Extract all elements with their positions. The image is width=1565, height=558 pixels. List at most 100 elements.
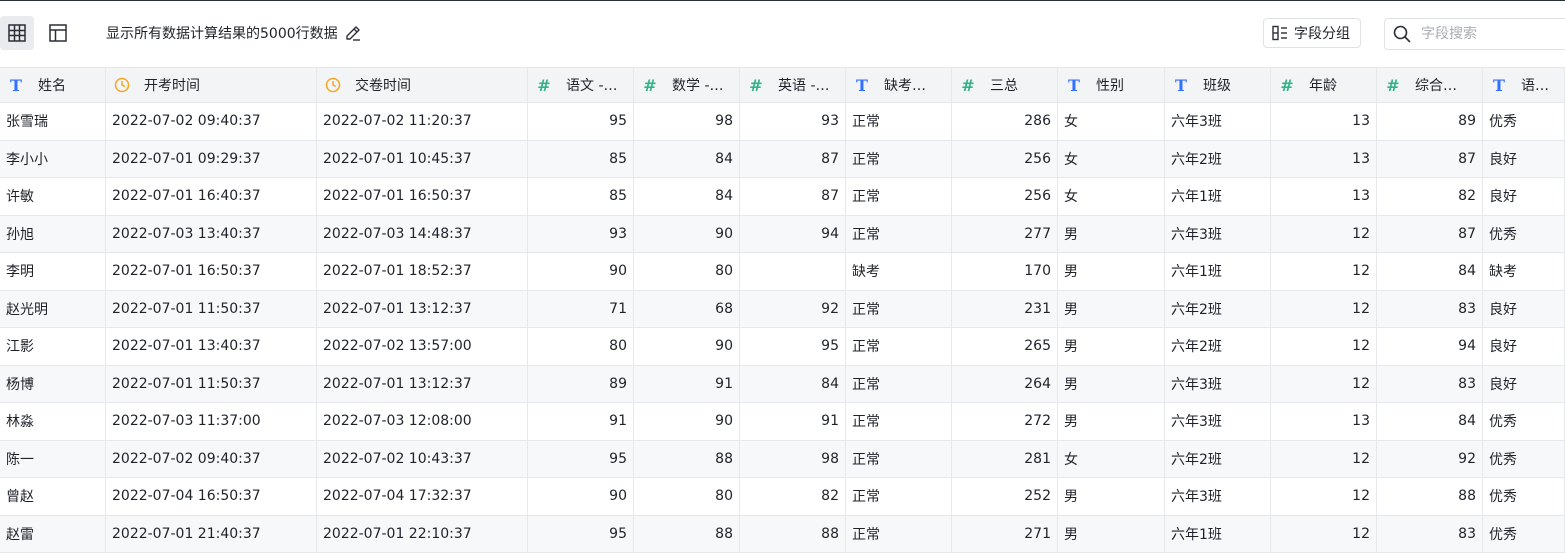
table-cell[interactable]: 良好: [1483, 140, 1565, 177]
table-cell[interactable]: 91: [528, 403, 634, 440]
table-cell[interactable]: 13: [1271, 403, 1377, 440]
table-cell[interactable]: 2022-07-01 16:40:37: [106, 178, 317, 215]
table-cell[interactable]: 2022-07-01 13:40:37: [106, 328, 317, 365]
column-header[interactable]: T 缺考…: [846, 68, 952, 102]
table-cell[interactable]: 正常: [846, 103, 952, 140]
table-cell[interactable]: 六年2班: [1165, 290, 1271, 327]
table-row[interactable]: 赵光明 2022-07-01 11:50:37 2022-07-01 13:12:3…: [0, 290, 1565, 328]
table-cell[interactable]: 优秀: [1483, 215, 1565, 252]
table-cell[interactable]: 94: [1377, 328, 1483, 365]
column-header[interactable]: # 语文 -…: [528, 68, 634, 102]
table-cell[interactable]: 88: [740, 515, 846, 552]
table-row[interactable]: 李小小 2022-07-01 09:29:37 2022-07-01 10:45:3…: [0, 140, 1565, 178]
table-cell[interactable]: 林淼: [0, 403, 106, 440]
table-cell[interactable]: 91: [634, 365, 740, 402]
table-cell[interactable]: 91: [740, 403, 846, 440]
table-cell[interactable]: 92: [740, 290, 846, 327]
table-cell[interactable]: 13: [1271, 103, 1377, 140]
table-cell[interactable]: 曾赵: [0, 478, 106, 515]
table-cell[interactable]: 2022-07-02 09:40:37: [106, 103, 317, 140]
table-cell[interactable]: 杨博: [0, 365, 106, 402]
table-cell[interactable]: 2022-07-01 18:52:37: [317, 253, 528, 290]
table-cell[interactable]: 256: [952, 140, 1058, 177]
table-cell[interactable]: 2022-07-04 17:32:37: [317, 478, 528, 515]
table-cell[interactable]: 良好: [1483, 365, 1565, 402]
table-cell[interactable]: 2022-07-02 11:20:37: [317, 103, 528, 140]
table-cell[interactable]: 90: [634, 215, 740, 252]
table-cell[interactable]: 女: [1058, 440, 1165, 477]
table-cell[interactable]: 2022-07-01 09:29:37: [106, 140, 317, 177]
table-cell[interactable]: 95: [528, 515, 634, 552]
table-cell[interactable]: 83: [1377, 365, 1483, 402]
table-cell[interactable]: 赵光明: [0, 290, 106, 327]
table-cell[interactable]: 正常: [846, 515, 952, 552]
table-cell[interactable]: 87: [740, 140, 846, 177]
table-cell[interactable]: 84: [1377, 253, 1483, 290]
table-cell[interactable]: 80: [634, 253, 740, 290]
table-row[interactable]: 张雪瑞 2022-07-02 09:40:37 2022-07-02 11:20:3…: [0, 103, 1565, 141]
table-cell[interactable]: 男: [1058, 253, 1165, 290]
column-header[interactable]: T 姓名: [0, 68, 106, 102]
table-cell[interactable]: 13: [1271, 178, 1377, 215]
table-cell[interactable]: 13: [1271, 140, 1377, 177]
table-cell[interactable]: 良好: [1483, 328, 1565, 365]
table-cell[interactable]: 87: [1377, 215, 1483, 252]
table-cell[interactable]: 90: [634, 328, 740, 365]
table-cell[interactable]: 优秀: [1483, 403, 1565, 440]
table-cell[interactable]: 六年2班: [1165, 328, 1271, 365]
table-cell[interactable]: 12: [1271, 215, 1377, 252]
table-cell[interactable]: 84: [634, 178, 740, 215]
table-cell[interactable]: 87: [1377, 140, 1483, 177]
field-group-button[interactable]: 字段分组: [1263, 18, 1361, 48]
column-header[interactable]: # 年龄: [1271, 68, 1377, 102]
table-cell[interactable]: 98: [634, 103, 740, 140]
table-cell[interactable]: 正常: [846, 478, 952, 515]
table-cell[interactable]: 256: [952, 178, 1058, 215]
table-cell[interactable]: 正常: [846, 328, 952, 365]
table-cell[interactable]: 68: [634, 290, 740, 327]
table-cell[interactable]: 2022-07-01 13:12:37: [317, 365, 528, 402]
table-cell[interactable]: 12: [1271, 440, 1377, 477]
table-cell[interactable]: 正常: [846, 290, 952, 327]
table-cell[interactable]: 83: [1377, 290, 1483, 327]
table-cell[interactable]: 良好: [1483, 178, 1565, 215]
table-cell[interactable]: 88: [634, 515, 740, 552]
table-cell[interactable]: 90: [528, 253, 634, 290]
table-cell[interactable]: 12: [1271, 290, 1377, 327]
table-cell[interactable]: 271: [952, 515, 1058, 552]
table-cell[interactable]: 94: [740, 215, 846, 252]
table-cell[interactable]: 84: [1377, 403, 1483, 440]
table-cell[interactable]: 2022-07-04 16:50:37: [106, 478, 317, 515]
table-cell[interactable]: 男: [1058, 215, 1165, 252]
table-cell[interactable]: 女: [1058, 140, 1165, 177]
table-cell[interactable]: 82: [1377, 178, 1483, 215]
table-cell[interactable]: 优秀: [1483, 440, 1565, 477]
table-row[interactable]: 林淼 2022-07-03 11:37:00 2022-07-03 12:08:00…: [0, 403, 1565, 441]
table-row[interactable]: 曾赵 2022-07-04 16:50:37 2022-07-04 17:32:37…: [0, 478, 1565, 516]
table-cell[interactable]: 12: [1271, 365, 1377, 402]
table-cell[interactable]: 正常: [846, 365, 952, 402]
table-cell[interactable]: 95: [528, 440, 634, 477]
table-cell[interactable]: 孙旭: [0, 215, 106, 252]
table-cell[interactable]: 正常: [846, 403, 952, 440]
table-cell[interactable]: 六年3班: [1165, 215, 1271, 252]
table-cell[interactable]: 272: [952, 403, 1058, 440]
table-cell[interactable]: 89: [1377, 103, 1483, 140]
table-cell[interactable]: 2022-07-02 09:40:37: [106, 440, 317, 477]
table-row[interactable]: 许敏 2022-07-01 16:40:37 2022-07-01 16:50:37…: [0, 178, 1565, 216]
table-row[interactable]: 江影 2022-07-01 13:40:37 2022-07-02 13:57:00…: [0, 328, 1565, 366]
table-cell[interactable]: 80: [634, 478, 740, 515]
table-cell[interactable]: 92: [1377, 440, 1483, 477]
table-cell[interactable]: 2022-07-01 16:50:37: [106, 253, 317, 290]
table-cell[interactable]: 优秀: [1483, 103, 1565, 140]
table-cell[interactable]: 2022-07-03 14:48:37: [317, 215, 528, 252]
table-cell[interactable]: 2022-07-02 13:57:00: [317, 328, 528, 365]
layout-view-button[interactable]: [41, 16, 75, 50]
table-cell[interactable]: 87: [740, 178, 846, 215]
table-row[interactable]: 李明 2022-07-01 16:50:37 2022-07-01 18:52:37…: [0, 253, 1565, 291]
table-cell[interactable]: 85: [528, 178, 634, 215]
table-cell[interactable]: 88: [1377, 478, 1483, 515]
table-cell[interactable]: 252: [952, 478, 1058, 515]
table-cell[interactable]: 2022-07-03 13:40:37: [106, 215, 317, 252]
table-cell[interactable]: 277: [952, 215, 1058, 252]
